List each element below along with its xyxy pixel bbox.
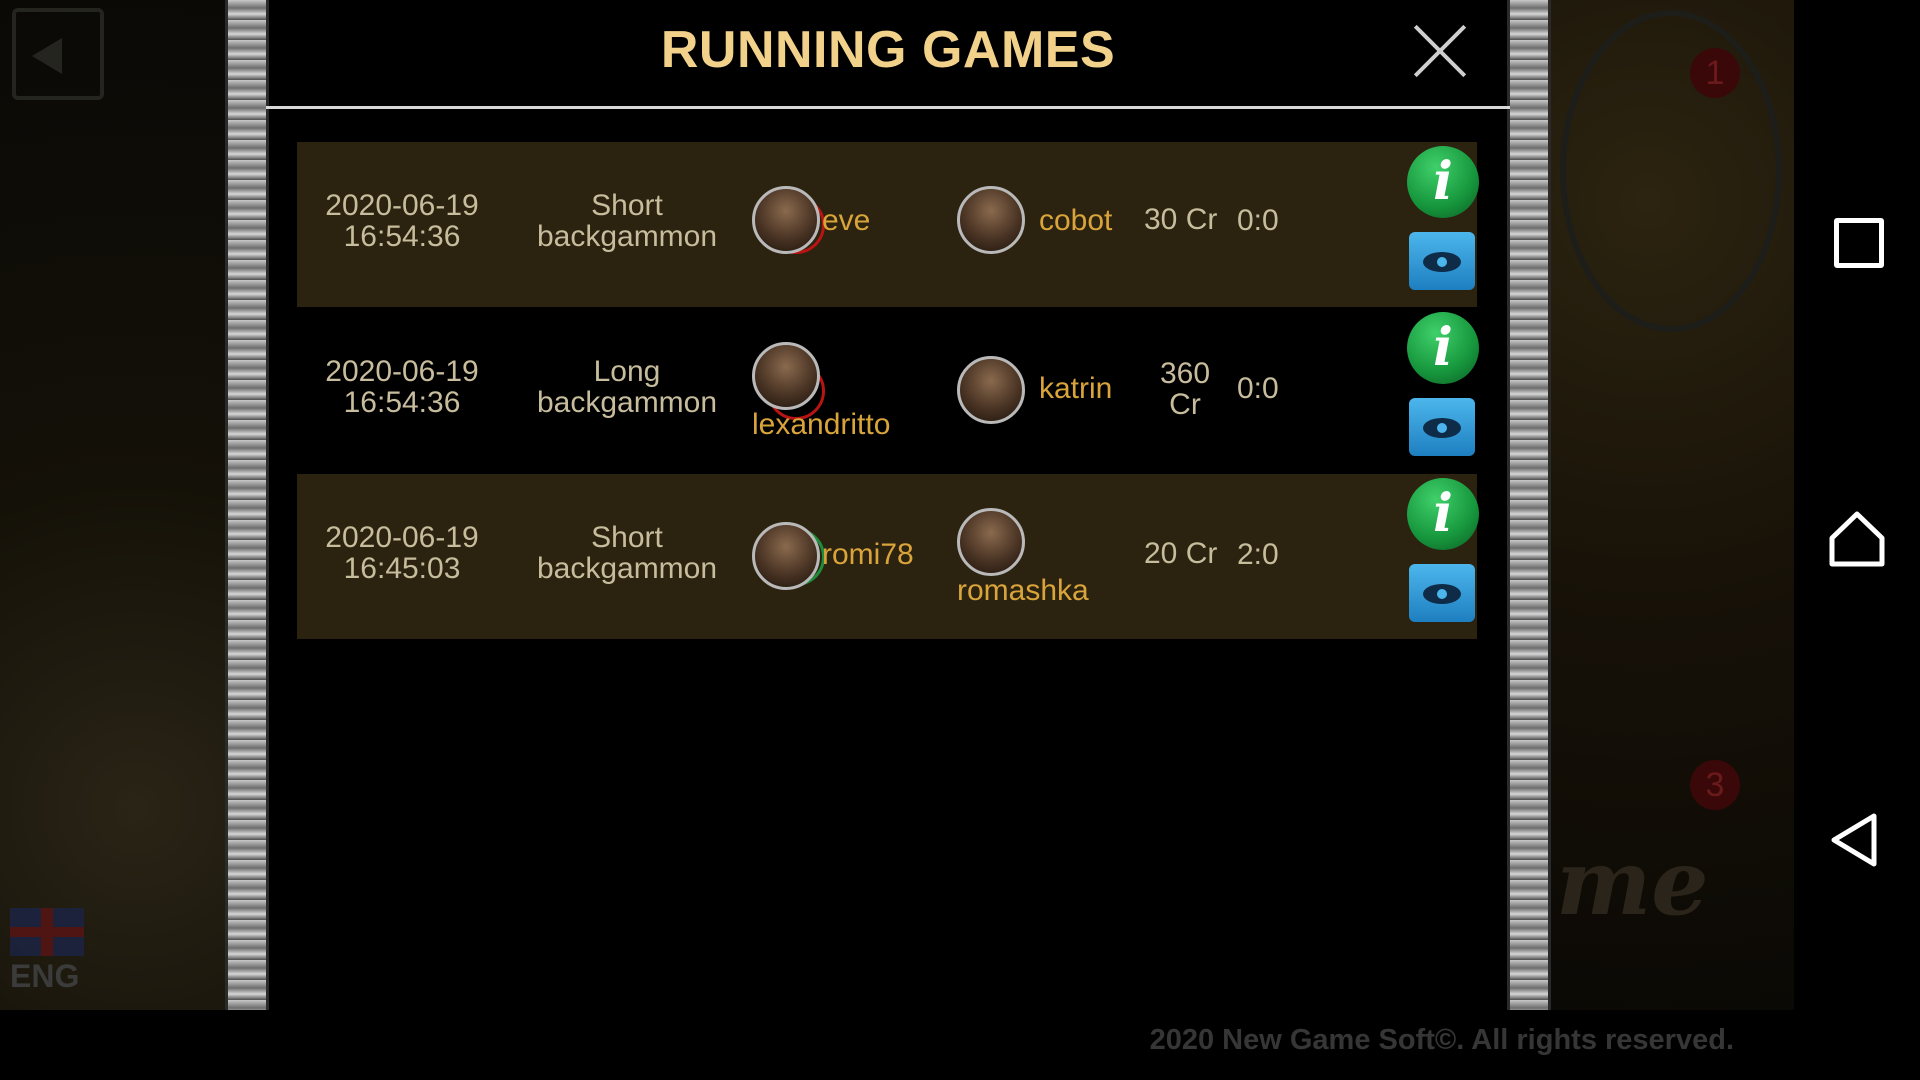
game-type-line1: Short	[591, 189, 663, 222]
info-button[interactable]: i	[1407, 146, 1479, 218]
uk-flag-icon	[10, 908, 84, 956]
score: 0:0	[1237, 372, 1279, 405]
info-button[interactable]: i	[1407, 478, 1479, 550]
game-type: Short backgammon	[527, 522, 727, 584]
info-button[interactable]: i	[1407, 312, 1479, 384]
avatar	[752, 186, 820, 254]
game-type: Short backgammon	[527, 190, 727, 252]
title-divider	[266, 106, 1510, 109]
game-type-line2: backgammon	[536, 220, 718, 253]
coins-ring-decoration	[1560, 10, 1782, 332]
running-games-dialog: RUNNING GAMES 2020-06-19 16:54:36 Short …	[225, 0, 1551, 1010]
dialog-title: RUNNING GAMES	[660, 21, 1116, 79]
notification-badge-icon: 3	[1690, 760, 1740, 810]
notification-badge-icon: 1	[1690, 48, 1740, 98]
stake: 360 Cr	[1159, 357, 1211, 421]
game-time: 16:54:36	[343, 220, 461, 253]
background-right-panel: 1 3 me	[1550, 0, 1794, 1010]
watch-game-button[interactable]	[1409, 398, 1475, 456]
eye-icon	[1423, 418, 1461, 438]
android-nav-bar	[1794, 0, 1920, 1010]
home-icon[interactable]	[1828, 510, 1886, 568]
player1-name[interactable]: eve	[822, 204, 870, 238]
back-arrow-icon	[12, 8, 104, 100]
player1-name[interactable]: lexandritto	[752, 408, 890, 442]
close-icon[interactable]	[1410, 20, 1470, 80]
game-type-line2: backgammon	[536, 386, 718, 419]
avatar	[752, 522, 820, 590]
game-datetime: 2020-06-19 16:45:03	[307, 522, 497, 584]
avatar	[752, 342, 820, 410]
game-row[interactable]: 2020-06-19 16:45:03 Short backgammon rom…	[297, 474, 1479, 639]
copyright-text: 2020 New Game Soft©. All rights reserved…	[1149, 1024, 1734, 1056]
game-type: Long backgammon	[527, 356, 727, 418]
game-date: 2020-06-19	[325, 189, 479, 222]
eye-icon	[1423, 252, 1461, 272]
background-script-decoration: me	[1556, 830, 1709, 936]
frame-rail-right	[1507, 0, 1551, 1010]
watch-game-button[interactable]	[1409, 232, 1475, 290]
game-date: 2020-06-19	[325, 521, 479, 554]
background-left-panel: ENG	[0, 0, 228, 1010]
score: 0:0	[1237, 204, 1279, 237]
game-date: 2020-06-19	[325, 355, 479, 388]
avatar	[957, 186, 1025, 254]
avatar	[957, 356, 1025, 424]
game-type-line2: backgammon	[536, 552, 718, 585]
game-time: 16:54:36	[343, 386, 461, 419]
back-icon[interactable]	[1826, 810, 1886, 870]
stake: 20 Cr	[1144, 537, 1218, 570]
player2-name[interactable]: romashka	[957, 574, 1089, 608]
watch-game-button[interactable]	[1409, 564, 1475, 622]
game-row[interactable]: 2020-06-19 16:54:36 Short backgammon eve…	[297, 142, 1479, 307]
stake: 30 Cr	[1144, 203, 1218, 236]
player2-name[interactable]: katrin	[1039, 372, 1112, 406]
game-type-line1: Long	[593, 355, 661, 388]
game-datetime: 2020-06-19 16:54:36	[307, 356, 497, 418]
frame-rail-left	[225, 0, 269, 1010]
game-time: 16:45:03	[343, 552, 461, 585]
eye-icon	[1423, 584, 1461, 604]
game-row[interactable]: 2020-06-19 16:54:36 Long backgammon lexa…	[297, 308, 1479, 473]
avatar	[957, 508, 1025, 576]
recent-apps-icon[interactable]	[1834, 218, 1884, 268]
player2-name[interactable]: cobot	[1039, 204, 1112, 238]
game-datetime: 2020-06-19 16:54:36	[307, 190, 497, 252]
player1-name[interactable]: romi78	[822, 538, 914, 572]
language-label: ENG	[10, 958, 80, 994]
score: 2:0	[1237, 538, 1279, 571]
game-type-line1: Short	[591, 521, 663, 554]
